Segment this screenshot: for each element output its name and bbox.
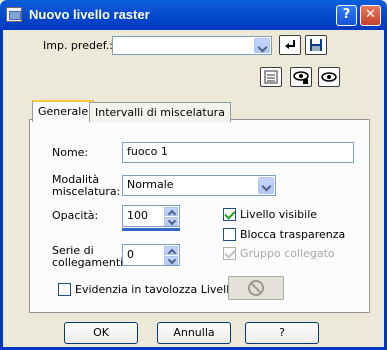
apply-preset-button[interactable] [279,35,301,55]
opacity-slider[interactable] [122,228,180,231]
ok-button[interactable]: OK [64,322,138,344]
highlight-layers-checkbox[interactable] [58,283,71,296]
opacity-value: 100 [127,209,148,222]
preset-dropdown[interactable] [112,36,272,55]
spin-up-icon[interactable] [164,207,178,216]
eye-toggle-button[interactable] [318,67,340,87]
lock-transparency-label: Blocca trasparenza [240,228,346,241]
eye-icon [321,72,337,82]
chevron-down-icon [254,38,270,53]
blend-mode-label-line2: miscelatura: [52,185,121,198]
eye-lock-icon [293,71,309,84]
blend-mode-select[interactable]: Normale [122,175,276,196]
chevron-down-icon [258,177,274,194]
link-set-value: 0 [127,248,134,261]
spin-down-icon[interactable] [164,217,178,226]
highlight-layers-label: Evidenzia in tavolozza Livelli [75,283,233,296]
tab-generale[interactable]: Generale [32,100,95,122]
blend-mode-value: Normale [127,178,174,191]
cancel-button[interactable]: Annulla [157,322,231,344]
raster-layer-icon [6,7,22,22]
close-button[interactable]: ✕ [360,5,381,26]
window-title: Nuovo livello raster [29,7,150,22]
save-preset-icon [310,39,322,51]
prohibited-icon [248,280,264,296]
spin-down-icon[interactable] [164,256,178,265]
link-set-label-line2: collegamenti: [52,256,127,269]
help-title-button[interactable]: ? [336,5,357,26]
highlight-color-button[interactable] [228,276,284,300]
lock-transparency-checkbox[interactable] [223,228,236,241]
link-set-spinner[interactable]: 0 [122,244,180,266]
visible-layer-label: Livello visibile [240,208,318,221]
reset-icon [264,70,278,84]
linked-group-label: Gruppo collegato [240,247,335,260]
linked-group-checkbox [223,247,236,260]
apply-preset-icon [285,40,295,49]
window-frame-left [0,30,3,350]
visible-layer-checkbox[interactable] [223,208,236,221]
name-label: Nome: [52,146,89,159]
tab-intervalli-miscelatura[interactable]: Intervalli di miscelatura [89,102,231,122]
preset-label: Imp. predef.: [43,39,113,52]
help-button[interactable]: ? [245,322,319,344]
save-preset-button[interactable] [305,35,327,55]
spin-up-icon[interactable] [164,246,178,255]
opacity-spinner[interactable]: 100 [122,205,180,227]
name-field[interactable]: fuoco 1 [122,142,354,163]
title-bar: Nuovo livello raster ? ✕ [0,0,387,30]
reset-button[interactable] [260,67,282,87]
opacity-label: Opacità: [52,209,99,222]
eye-lock-button[interactable] [290,67,312,87]
